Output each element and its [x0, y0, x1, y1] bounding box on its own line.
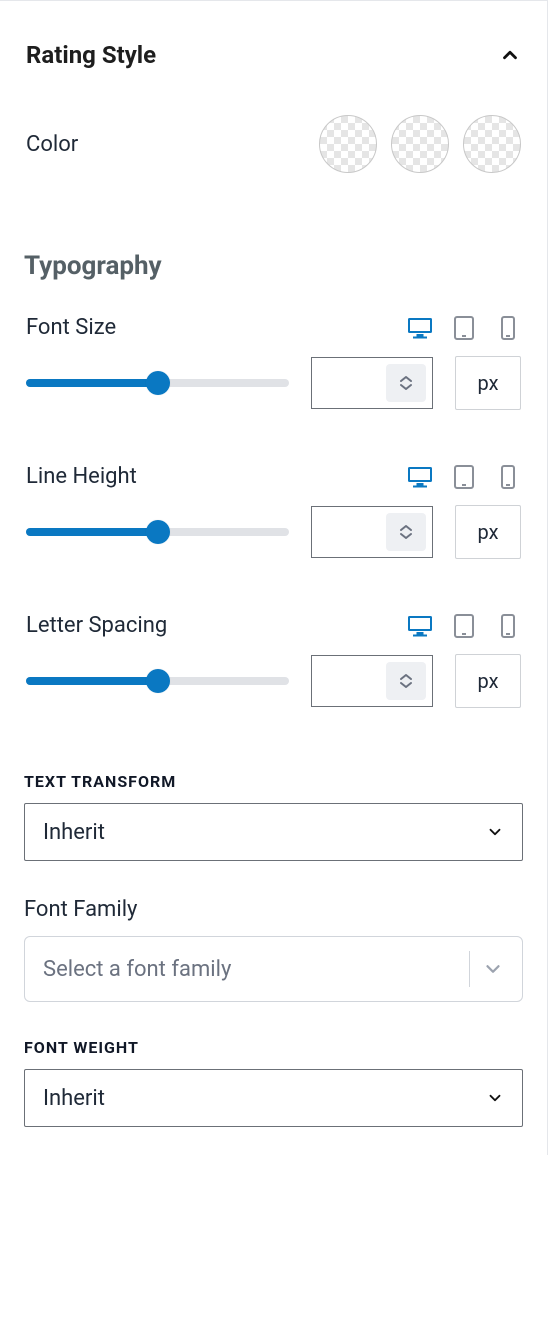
number-stepper[interactable]	[386, 364, 426, 402]
line-height-unit[interactable]: px	[455, 505, 521, 559]
slider-fill	[26, 379, 158, 387]
unit-text: px	[477, 371, 498, 395]
tablet-icon[interactable]	[451, 615, 477, 637]
letter-spacing-header: Letter Spacing	[24, 587, 523, 650]
line-height-header: Line Height	[24, 438, 523, 501]
desktop-icon[interactable]	[407, 317, 433, 339]
color-row: Color	[24, 89, 523, 189]
tablet-icon[interactable]	[451, 466, 477, 488]
color-swatch-1[interactable]	[319, 115, 377, 173]
letter-spacing-number[interactable]	[311, 655, 433, 707]
mobile-icon[interactable]	[495, 466, 521, 488]
tablet-icon[interactable]	[451, 317, 477, 339]
slider-thumb[interactable]	[146, 669, 170, 693]
desktop-icon[interactable]	[407, 466, 433, 488]
letter-spacing-slider[interactable]	[26, 667, 289, 695]
mobile-icon[interactable]	[495, 615, 521, 637]
font-weight-label: FONT WEIGHT	[24, 1038, 523, 1057]
typography-heading: Typography	[24, 251, 523, 281]
letter-spacing-unit[interactable]: px	[455, 654, 521, 708]
unit-text: px	[477, 669, 498, 693]
font-size-label: Font Size	[26, 315, 116, 340]
letter-spacing-controls: px	[24, 650, 523, 736]
font-size-number[interactable]	[311, 357, 433, 409]
chevron-up-icon	[499, 44, 521, 66]
slider-fill	[26, 677, 158, 685]
number-stepper[interactable]	[386, 513, 426, 551]
color-swatches	[319, 115, 521, 173]
color-swatch-3[interactable]	[463, 115, 521, 173]
slider-thumb[interactable]	[146, 520, 170, 544]
text-transform-value: Inherit	[43, 820, 105, 845]
font-weight-select[interactable]: Inherit	[24, 1069, 523, 1127]
font-size-devices	[407, 317, 521, 339]
chevron-down-icon	[486, 1089, 504, 1107]
font-size-unit[interactable]: px	[455, 356, 521, 410]
desktop-icon[interactable]	[407, 615, 433, 637]
line-height-slider[interactable]	[26, 518, 289, 546]
color-label: Color	[26, 132, 78, 157]
font-family-label: Font Family	[24, 897, 523, 922]
section-title: Rating Style	[26, 41, 156, 69]
chevron-down-icon	[486, 823, 504, 841]
number-stepper[interactable]	[386, 662, 426, 700]
line-height-label: Line Height	[26, 464, 137, 489]
line-height-controls: px	[24, 501, 523, 587]
letter-spacing-devices	[407, 615, 521, 637]
font-size-header: Font Size	[24, 289, 523, 352]
letter-spacing-label: Letter Spacing	[26, 613, 167, 638]
section-header-rating-style[interactable]: Rating Style	[24, 25, 523, 89]
style-panel: Rating Style Color Typography Font Size	[0, 0, 548, 1155]
font-weight-value: Inherit	[43, 1086, 105, 1111]
line-height-devices	[407, 466, 521, 488]
unit-text: px	[477, 520, 498, 544]
font-family-placeholder: Select a font family	[43, 957, 231, 982]
chevron-down-icon	[482, 958, 504, 980]
text-transform-label: TEXT TRANSFORM	[24, 772, 523, 791]
font-family-combobox[interactable]: Select a font family	[24, 936, 523, 1002]
color-swatch-2[interactable]	[391, 115, 449, 173]
text-transform-select[interactable]: Inherit	[24, 803, 523, 861]
combo-divider	[469, 951, 470, 987]
mobile-icon[interactable]	[495, 317, 521, 339]
slider-fill	[26, 528, 158, 536]
font-size-controls: px	[24, 352, 523, 438]
slider-thumb[interactable]	[146, 371, 170, 395]
line-height-number[interactable]	[311, 506, 433, 558]
font-size-slider[interactable]	[26, 369, 289, 397]
